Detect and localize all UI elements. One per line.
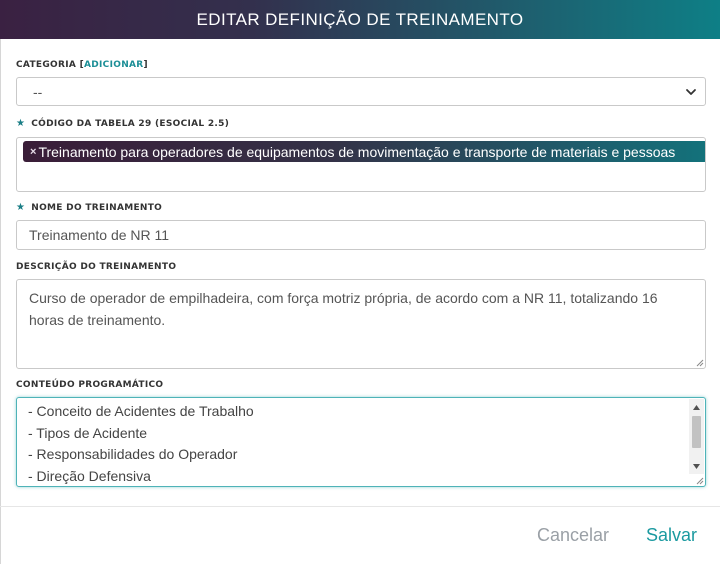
program-content-lines: - Conceito de Acidentes de Trabalho - Ti… — [28, 401, 254, 486]
resize-grip-icon[interactable] — [695, 476, 704, 485]
footer-divider — [0, 506, 720, 507]
categoria-select[interactable]: -- — [16, 77, 706, 106]
conteudo-label: CONTEÚDO PROGRAMÁTICO — [16, 380, 163, 390]
training-name-value: Treinamento de NR 11 — [29, 227, 170, 243]
training-description-value: Curso de operador de empilhadeira, com f… — [29, 290, 658, 328]
categoria-selected-value: -- — [33, 83, 43, 100]
selected-code-tag-label: Treinamento para operadores de equipamen… — [38, 143, 676, 160]
edit-training-modal: EDITAR DEFINIÇÃO DE TREINAMENTO CATEGORI… — [0, 0, 720, 564]
categoria-label-end: ] — [143, 60, 148, 70]
codigo-tag-input[interactable]: × Treinamento para operadores de equipam… — [16, 137, 706, 192]
chevron-down-icon — [686, 88, 696, 95]
required-star-icon: ★ — [16, 202, 26, 213]
required-star-icon: ★ — [16, 118, 26, 129]
resize-grip-icon[interactable] — [695, 358, 704, 367]
save-button[interactable]: Salvar — [646, 522, 697, 548]
descricao-label: DESCRIÇÃO DO TREINAMENTO — [16, 262, 176, 272]
scroll-down-arrow-icon[interactable] — [689, 460, 704, 472]
descricao-label-text: DESCRIÇÃO DO TREINAMENTO — [16, 262, 177, 272]
cancel-button[interactable]: Cancelar — [537, 522, 609, 548]
selected-code-tag: × Treinamento para operadores de equipam… — [23, 141, 705, 162]
modal-left-border — [0, 39, 1, 564]
modal-header: EDITAR DEFINIÇÃO DE TREINAMENTO — [0, 0, 720, 39]
program-content-line: - Direção Defensiva — [28, 467, 151, 484]
scrollbar-thumb[interactable] — [692, 416, 701, 448]
categoria-label-text: CATEGORIA [ — [16, 60, 84, 70]
modal-title: EDITAR DEFINIÇÃO DE TREINAMENTO — [196, 9, 524, 29]
vertical-scrollbar[interactable] — [689, 399, 704, 474]
program-content-line: - Responsabilidades do Operador — [28, 446, 238, 462]
codigo-label-text: CÓDIGO DA TABELA 29 (ESOCIAL 2.5) — [31, 119, 230, 129]
program-content-line: - Tipos de Acidente — [28, 424, 148, 441]
tag-remove-icon[interactable]: × — [30, 146, 36, 158]
program-content-line: - Conceito de Acidentes de Trabalho — [28, 403, 254, 419]
codigo-label: ★ CÓDIGO DA TABELA 29 (ESOCIAL 2.5) — [16, 118, 230, 130]
training-name-input[interactable]: Treinamento de NR 11 — [16, 220, 706, 250]
conteudo-label-text: CONTEÚDO PROGRAMÁTICO — [16, 380, 164, 390]
add-category-link[interactable]: ADICIONAR — [84, 60, 144, 70]
nome-label-text: NOME DO TREINAMENTO — [31, 203, 163, 213]
training-description-textarea[interactable]: Curso de operador de empilhadeira, com f… — [16, 279, 706, 369]
program-content-textarea[interactable]: - Conceito de Acidentes de Trabalho - Ti… — [16, 397, 706, 487]
nome-label: ★ NOME DO TREINAMENTO — [16, 202, 163, 214]
categoria-label: CATEGORIA [ ADICIONAR ] — [16, 60, 148, 70]
scroll-up-arrow-icon[interactable] — [689, 401, 704, 413]
